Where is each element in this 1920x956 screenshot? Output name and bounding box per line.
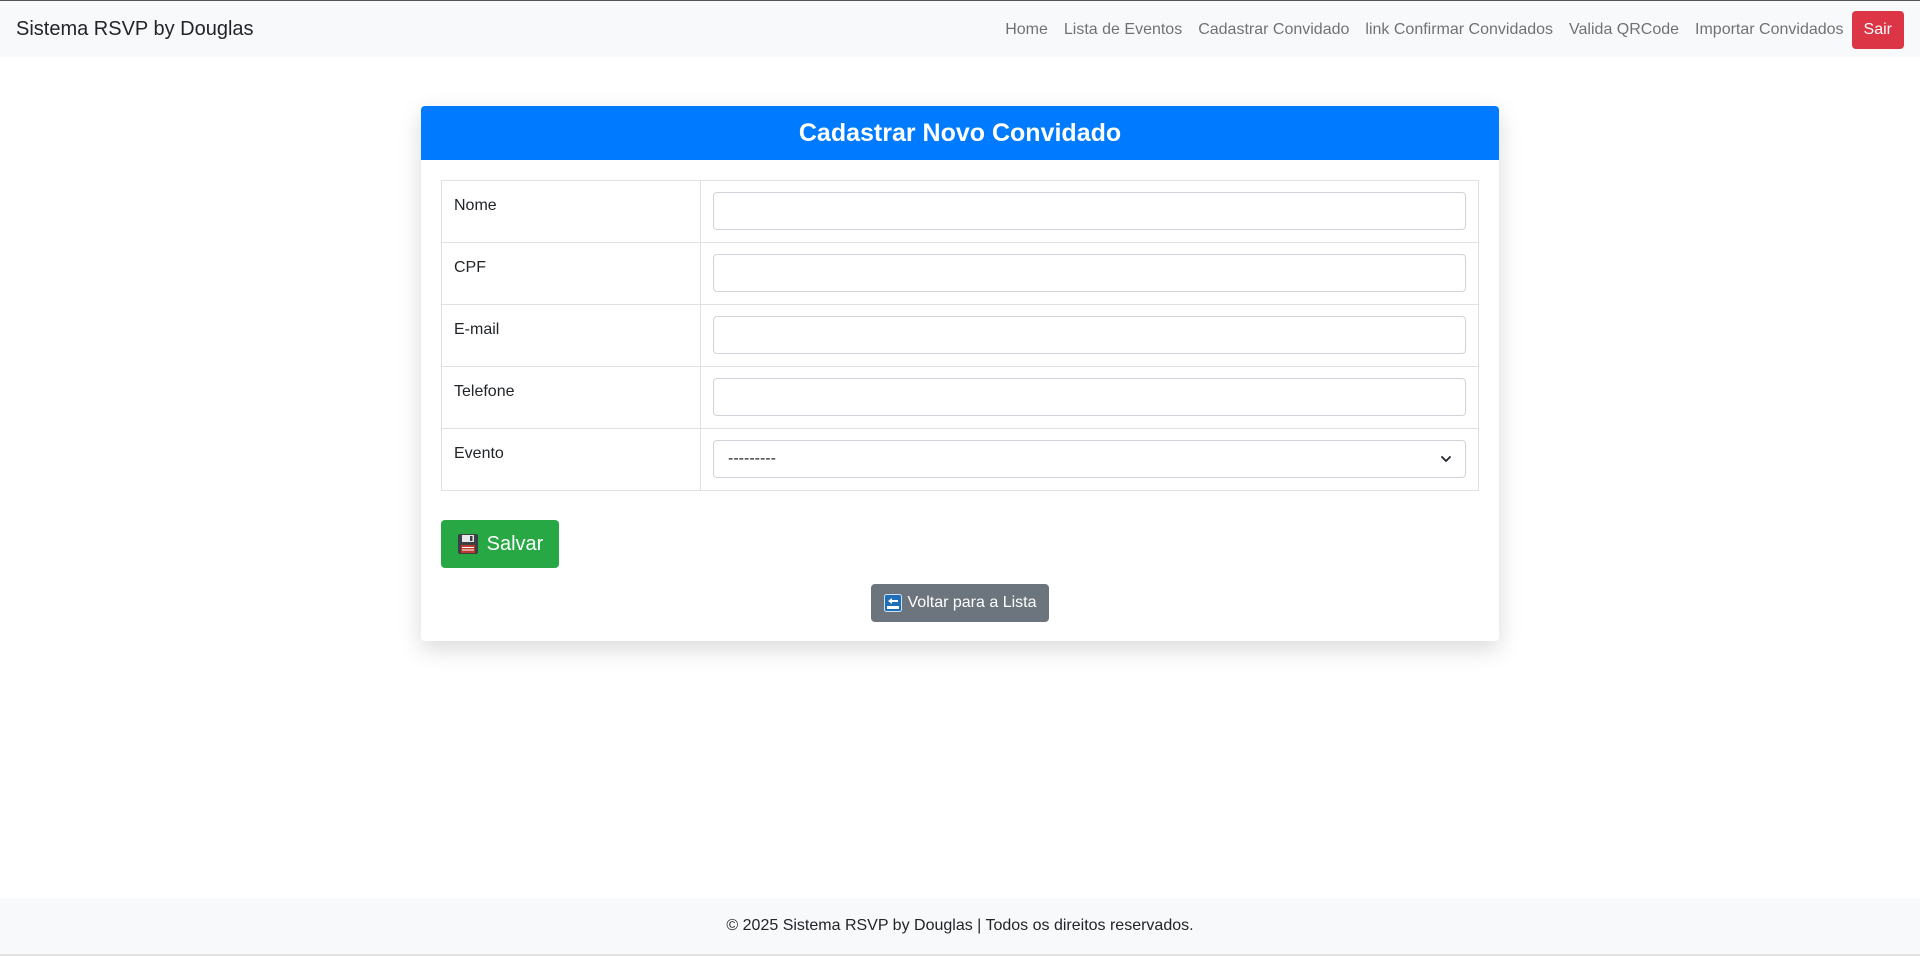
nome-input[interactable]	[713, 192, 1466, 230]
field-label-evento: Evento	[441, 428, 701, 491]
form-row-telefone: Telefone	[441, 366, 1479, 429]
nav-link-importar-convidados[interactable]: Importar Convidados	[1687, 13, 1852, 47]
logout-button[interactable]: Sair	[1851, 11, 1904, 49]
nav-link-cadastrar-convidado[interactable]: Cadastrar Convidado	[1190, 13, 1357, 47]
guest-form-table: Nome CPF E-mail Telefone Evento --------…	[441, 180, 1479, 491]
back-arrow-icon	[883, 594, 902, 612]
back-button-label: Voltar para a Lista	[907, 594, 1037, 611]
nav-links: Home Lista de Eventos Cadastrar Convidad…	[997, 11, 1904, 49]
nav-link-confirmar-convidados[interactable]: link Confirmar Convidados	[1357, 13, 1561, 47]
cpf-input[interactable]	[713, 254, 1466, 292]
chevron-down-icon	[1441, 456, 1451, 462]
evento-select[interactable]: ---------	[713, 440, 1466, 478]
back-to-list-button[interactable]: Voltar para a Lista	[871, 584, 1049, 622]
nav-link-home[interactable]: Home	[997, 13, 1056, 47]
telefone-input[interactable]	[713, 378, 1466, 416]
floppy-disk-icon	[457, 534, 478, 554]
field-label-email: E-mail	[441, 304, 701, 367]
nav-link-lista-eventos[interactable]: Lista de Eventos	[1056, 13, 1190, 47]
email-input[interactable]	[713, 316, 1466, 354]
save-button-label: Salvar	[486, 532, 544, 555]
page-footer: © 2025 Sistema RSVP by Douglas | Todos o…	[0, 898, 1920, 954]
footer-text: © 2025 Sistema RSVP by Douglas | Todos o…	[726, 917, 1194, 934]
form-row-evento: Evento ---------	[441, 428, 1479, 491]
navbar-brand[interactable]: Sistema RSVP by Douglas	[16, 17, 254, 41]
form-row-email: E-mail	[441, 304, 1479, 367]
top-navbar: Sistema RSVP by Douglas Home Lista de Ev…	[0, 1, 1920, 57]
form-title: Cadastrar Novo Convidado	[421, 106, 1499, 160]
field-label-telefone: Telefone	[441, 366, 701, 429]
form-row-nome: Nome	[441, 180, 1479, 243]
form-row-cpf: CPF	[441, 242, 1479, 305]
guest-form-card: Cadastrar Novo Convidado Nome CPF E-mail…	[421, 106, 1499, 641]
evento-selected-value: ---------	[728, 450, 776, 467]
field-label-cpf: CPF	[441, 242, 701, 305]
save-button[interactable]: Salvar	[441, 520, 559, 568]
field-label-nome: Nome	[441, 180, 701, 243]
nav-link-valida-qrcode[interactable]: Valida QRCode	[1561, 13, 1687, 47]
